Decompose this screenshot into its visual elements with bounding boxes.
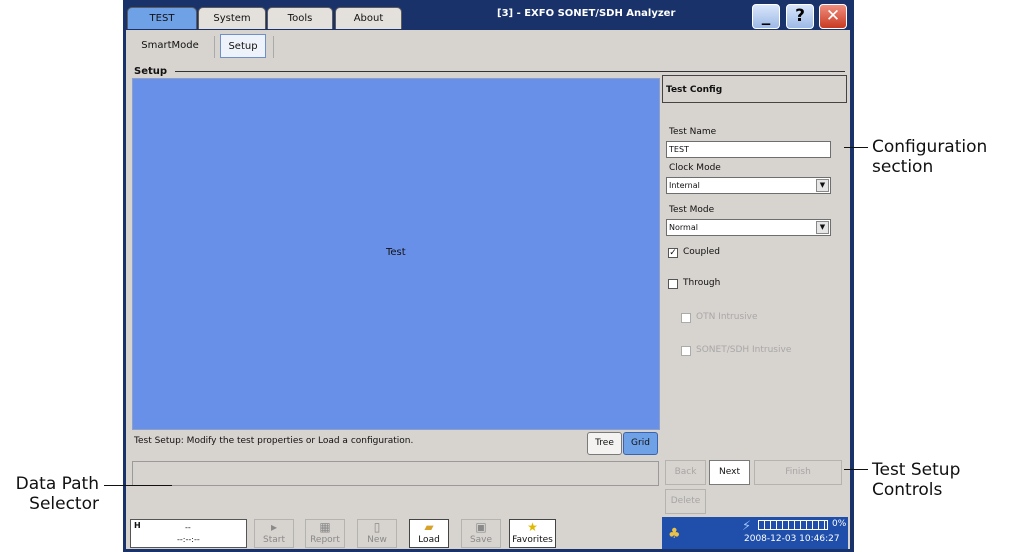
finish-button[interactable]: Finish: [754, 460, 842, 485]
test-mode-label: Test Mode: [669, 205, 715, 215]
save-label: Save: [469, 535, 493, 545]
help-button[interactable]: ?: [786, 4, 814, 29]
tab-system[interactable]: System: [198, 7, 266, 29]
otn-intrusive-checkbox[interactable]: [681, 313, 691, 323]
test-mode-dropdown[interactable]: Normal ▼: [666, 219, 831, 236]
battery-percent: 0%: [832, 519, 847, 529]
tab-tools[interactable]: Tools: [267, 7, 333, 29]
callout-configuration-leader: [844, 147, 868, 148]
subtab-divider: [214, 36, 215, 58]
status-h-box: H -- --:--:--: [130, 519, 247, 548]
callout-data-path-line1: Data Path: [15, 474, 99, 494]
callout-configuration-line1: Configuration: [872, 137, 988, 157]
new-button[interactable]: ▯ New: [357, 519, 397, 548]
star-icon: ★: [527, 520, 538, 534]
save-icon: ▣: [475, 520, 487, 534]
chevron-down-icon[interactable]: ▼: [816, 179, 829, 192]
subtab-divider-2: [273, 36, 274, 58]
tab-about[interactable]: About: [335, 7, 402, 29]
through-checkbox[interactable]: [668, 279, 678, 289]
test-mode-value: Normal: [669, 223, 698, 232]
grid-view-button[interactable]: Grid: [623, 432, 658, 455]
grid-test-label: Test: [386, 247, 406, 258]
test-name-input[interactable]: TEST: [666, 141, 831, 158]
report-icon: ▦: [319, 520, 331, 534]
data-path-selector[interactable]: [132, 461, 659, 486]
chevron-down-icon[interactable]: ▼: [816, 221, 829, 234]
coupled-checkbox[interactable]: ✓: [668, 248, 678, 258]
window-title: [3] - EXFO SONET/SDH Analyzer: [497, 8, 676, 19]
start-button[interactable]: ▸ Start: [254, 519, 294, 548]
callout-configuration: Configuration section: [872, 137, 987, 177]
test-config-header: Test Config: [662, 75, 847, 103]
tree-view-button[interactable]: Tree: [587, 432, 622, 455]
callout-data-path-line2: Selector: [29, 494, 99, 514]
system-status-bar: ♣ ⚡ 0% 2008-12-03 10:46:27: [662, 517, 848, 549]
test-name-label: Test Name: [669, 127, 717, 137]
clock-mode-label: Clock Mode: [669, 163, 721, 173]
subtab-smartmode[interactable]: SmartMode: [127, 34, 213, 58]
section-divider: [175, 71, 845, 72]
sonet-intrusive-label: SONET/SDH Intrusive: [696, 345, 792, 355]
subtab-setup[interactable]: Setup: [220, 34, 266, 58]
load-label: Load: [418, 535, 440, 545]
new-document-icon: ▯: [373, 520, 381, 534]
callout-test-setup-line1: Test Setup: [872, 460, 961, 480]
favorites-label: Favorites: [512, 535, 553, 545]
load-button[interactable]: ▰ Load: [409, 519, 449, 548]
clock-mode-dropdown[interactable]: Internal ▼: [666, 177, 831, 194]
start-label: Start: [263, 535, 285, 545]
close-button[interactable]: ✕: [819, 4, 847, 29]
favorites-button[interactable]: ★ Favorites: [509, 519, 556, 548]
clock-mode-value: Internal: [669, 181, 700, 190]
play-icon: ▸: [270, 520, 278, 534]
sonet-intrusive-checkbox[interactable]: [681, 346, 691, 356]
setup-section-label: Setup: [134, 66, 168, 77]
callout-test-setup-line2: Controls: [872, 480, 943, 500]
timestamp: 2008-12-03 10:46:27: [744, 534, 840, 544]
otn-intrusive-label: OTN Intrusive: [696, 312, 758, 322]
callout-test-setup-leader: [844, 469, 868, 470]
callout-configuration-line2: section: [872, 157, 934, 177]
minimize-button[interactable]: _: [752, 4, 780, 29]
folder-icon: ▰: [424, 520, 434, 534]
callout-data-path: Data Path Selector: [7, 474, 99, 514]
user-icon[interactable]: ♣: [668, 526, 681, 542]
tab-test[interactable]: TEST: [127, 7, 197, 29]
battery-gauge: [758, 520, 828, 530]
through-label: Through: [683, 278, 721, 288]
h-time: --:--:--: [177, 535, 200, 544]
report-button[interactable]: ▦ Report: [305, 519, 345, 548]
h-label: H: [134, 521, 141, 530]
next-button[interactable]: Next: [709, 460, 750, 485]
delete-button[interactable]: Delete: [665, 489, 706, 514]
setup-status-text: Test Setup: Modify the test properties o…: [134, 436, 414, 446]
back-button[interactable]: Back: [665, 460, 706, 485]
save-button[interactable]: ▣ Save: [461, 519, 501, 548]
callout-data-path-leader: [104, 485, 172, 486]
h-value: --: [185, 523, 191, 532]
plug-icon: ⚡: [742, 519, 752, 534]
callout-test-setup: Test Setup Controls: [872, 460, 960, 500]
report-label: Report: [310, 535, 340, 545]
coupled-label: Coupled: [683, 247, 720, 257]
new-label: New: [367, 535, 387, 545]
